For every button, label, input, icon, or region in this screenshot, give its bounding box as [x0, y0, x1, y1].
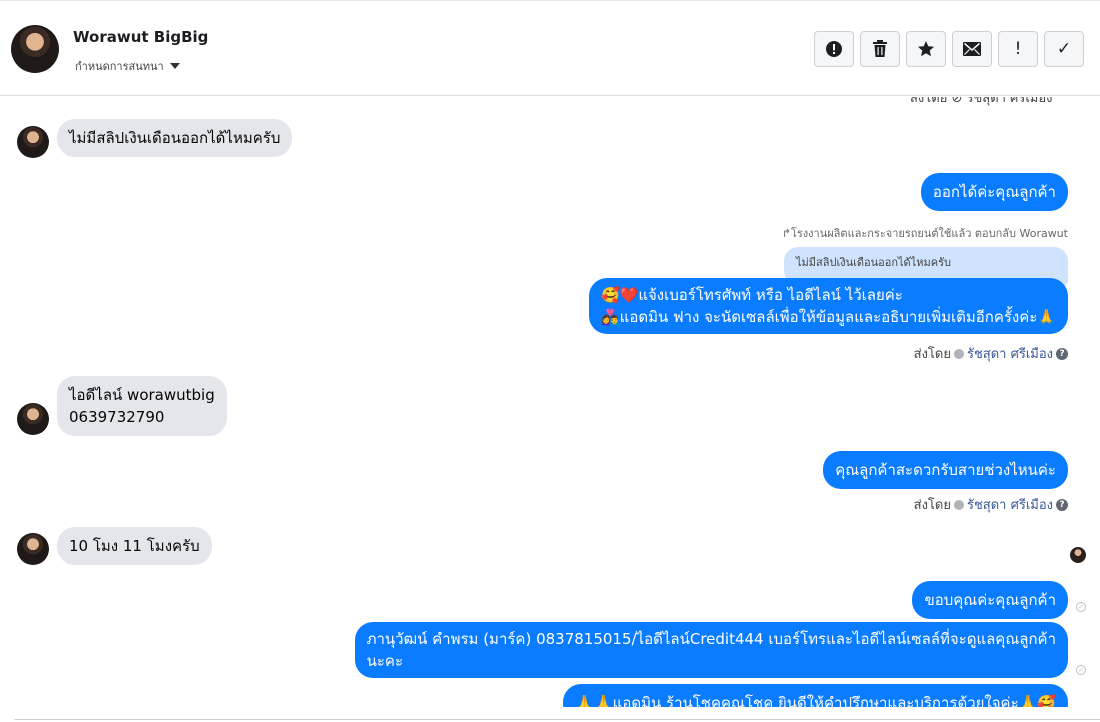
contact-name[interactable]: Worawut BigBig	[73, 28, 208, 46]
outgoing-message[interactable]: 🙏🙏แอดมิน ร้านโชคคูณโชค ยินดีให้คำปรึกษาแ…	[563, 684, 1068, 707]
delivered-check-icon: ✓	[1076, 602, 1086, 612]
mark-done-button[interactable]: ✓	[1044, 31, 1084, 67]
star-button[interactable]	[906, 31, 946, 67]
contact-avatar-small[interactable]	[17, 403, 49, 435]
reply-note: ↱โรงงานผลิตและกระจายรถยนต์ใช้แล้ว ตอบกลั…	[781, 227, 1068, 240]
check-icon: ✓	[1056, 39, 1072, 59]
sent-by-label: ส่งโดย รัชสุดา ศรีเมือง ?	[914, 343, 1068, 364]
conversation-toolbar: ! ✓	[814, 31, 1084, 67]
contact-avatar-small[interactable]	[17, 126, 49, 158]
message-line: 👩‍❤️‍👨แอดมิน ฟาง จะนัดเซลล์เพื่อให้ข้อมู…	[601, 308, 1056, 326]
mark-important-button[interactable]: !	[998, 31, 1038, 67]
contact-avatar-small[interactable]	[17, 533, 49, 565]
mark-spam-button[interactable]	[814, 31, 854, 67]
delivered-check-icon: ✓	[1076, 665, 1086, 675]
contact-avatar[interactable]	[11, 25, 59, 73]
help-icon[interactable]: ?	[1056, 347, 1068, 360]
outgoing-message[interactable]: 🥰❤️แจ้งเบอร์โทรศัพท์ หรือ ไอดีไลน์ ไว้เล…	[589, 278, 1068, 334]
sent-by-label-partial: ส่งโดย ⊘ รัชสุดา ศรีเมือง	[910, 97, 1053, 108]
exclamation-icon: !	[1014, 39, 1022, 59]
outgoing-message[interactable]: ขอบคุณค่ะคุณลูกค้า	[912, 581, 1068, 619]
delete-button[interactable]	[860, 31, 900, 67]
assign-conversation-label: กำหนดการสนทนา	[75, 60, 164, 73]
star-icon	[917, 40, 935, 58]
incoming-message[interactable]: 10 โมง 11 โมงครับ	[57, 527, 212, 565]
trash-icon	[872, 40, 888, 58]
sender-link[interactable]: รัชสุดา ศรีเมือง	[967, 494, 1053, 515]
message-line: นะคะ	[366, 652, 403, 670]
outgoing-message[interactable]: คุณลูกค้าสะดวกรับสายช่วงไหนค่ะ	[823, 451, 1068, 489]
page-icon	[953, 499, 964, 510]
mark-unread-button[interactable]	[952, 31, 992, 67]
sent-by-label: ส่งโดย รัชสุดา ศรีเมือง ?	[914, 494, 1068, 515]
message-line: ภานุวัฒน์ คำพรม (มาร์ค) 0837815015/ไอดีไ…	[366, 630, 1056, 648]
message-line: ไอดีไลน์ worawutbig	[69, 386, 215, 404]
sent-by-prefix: ส่งโดย	[913, 347, 951, 362]
outgoing-message[interactable]: ออกได้ค่ะคุณลูกค้า	[920, 173, 1068, 211]
message-thread[interactable]: ส่งโดย ⊘ รัชสุดา ศรีเมือง ไม่มีสลิปเงินเ…	[0, 97, 1100, 707]
incoming-message[interactable]: ไอดีไลน์ worawutbig 0639732790	[57, 376, 227, 436]
composer-divider	[14, 719, 1100, 720]
sent-by-text: ส่งโดย ⊘ รัชสุดา ศรีเมือง	[910, 97, 1053, 106]
message-line: 0639732790	[69, 408, 165, 426]
alert-circle-icon	[825, 40, 843, 58]
assign-conversation-dropdown[interactable]: กำหนดการสนทนา	[75, 57, 180, 75]
sender-link[interactable]: รัชสุดา ศรีเมือง	[967, 343, 1053, 364]
envelope-icon	[963, 42, 981, 56]
help-icon[interactable]: ?	[1056, 498, 1068, 511]
seen-avatar	[1070, 547, 1086, 563]
sent-by-prefix: ส่งโดย	[913, 498, 951, 513]
caret-down-icon	[169, 63, 180, 69]
incoming-message[interactable]: ไม่มีสลิปเงินเดือนออกได้ไหมครับ	[57, 119, 293, 157]
outgoing-message[interactable]: ภานุวัฒน์ คำพรม (มาร์ค) 0837815015/ไอดีไ…	[354, 622, 1068, 678]
conversation-header: Worawut BigBig กำหนดการสนทนา ! ✓	[0, 0, 1100, 96]
message-line: 🥰❤️แจ้งเบอร์โทรศัพท์ หรือ ไอดีไลน์ ไว้เล…	[601, 286, 903, 304]
page-icon	[953, 348, 964, 359]
